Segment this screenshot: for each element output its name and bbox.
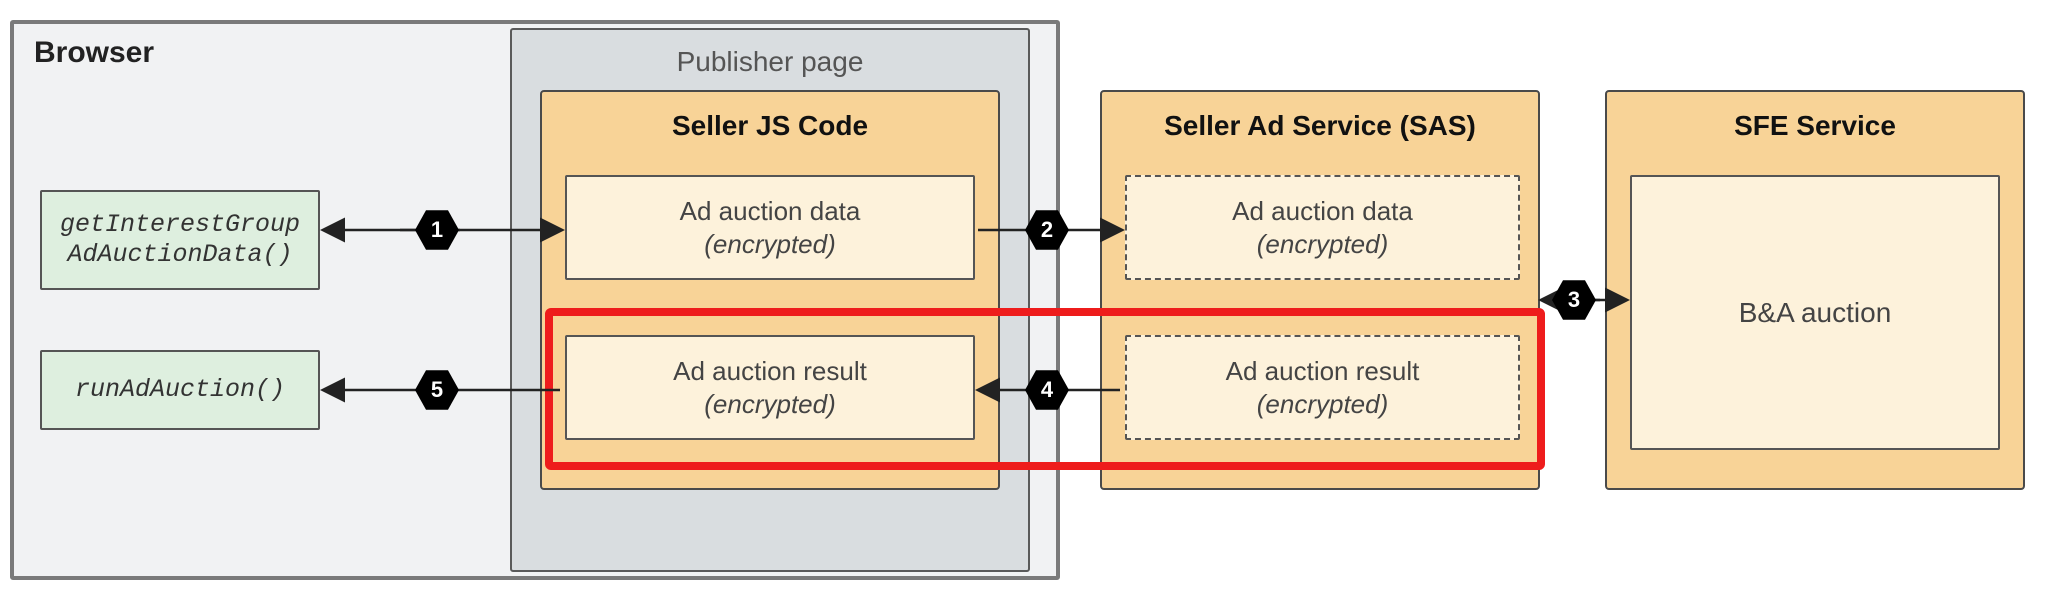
label: Ad auction data — [1232, 195, 1413, 228]
code-text: runAdAuction() — [75, 375, 285, 405]
code-text: getInterestGroup AdAuctionData() — [60, 210, 300, 270]
diagram-root: Browser Publisher page Seller JS Code Se… — [0, 0, 2048, 600]
step-marker-2: 2 — [1025, 208, 1069, 252]
run-ad-auction-code: runAdAuction() — [40, 350, 320, 430]
subtitle: (encrypted) — [1257, 228, 1389, 261]
label: Ad auction result — [1226, 355, 1420, 388]
seller-js-code-title: Seller JS Code — [542, 110, 998, 142]
get-interest-group-code: getInterestGroup AdAuctionData() — [40, 190, 320, 290]
publisher-page-title: Publisher page — [512, 46, 1028, 78]
subtitle: (encrypted) — [704, 388, 836, 421]
sfe-ba-auction: B&A auction — [1630, 175, 2000, 450]
sas-ad-auction-data: Ad auction data (encrypted) — [1125, 175, 1520, 280]
step-marker-1: 1 — [415, 208, 459, 252]
sas-ad-auction-result: Ad auction result (encrypted) — [1125, 335, 1520, 440]
subtitle: (encrypted) — [1257, 388, 1389, 421]
label: B&A auction — [1739, 295, 1892, 330]
label: Ad auction result — [673, 355, 867, 388]
browser-title: Browser — [34, 36, 154, 70]
step-marker-3: 3 — [1552, 278, 1596, 322]
seller-js-ad-auction-result: Ad auction result (encrypted) — [565, 335, 975, 440]
subtitle: (encrypted) — [704, 228, 836, 261]
seller-js-ad-auction-data: Ad auction data (encrypted) — [565, 175, 975, 280]
step-marker-5: 5 — [415, 368, 459, 412]
sas-title: Seller Ad Service (SAS) — [1102, 110, 1538, 142]
step-marker-4: 4 — [1025, 368, 1069, 412]
sfe-title: SFE Service — [1607, 110, 2023, 142]
label: Ad auction data — [680, 195, 861, 228]
